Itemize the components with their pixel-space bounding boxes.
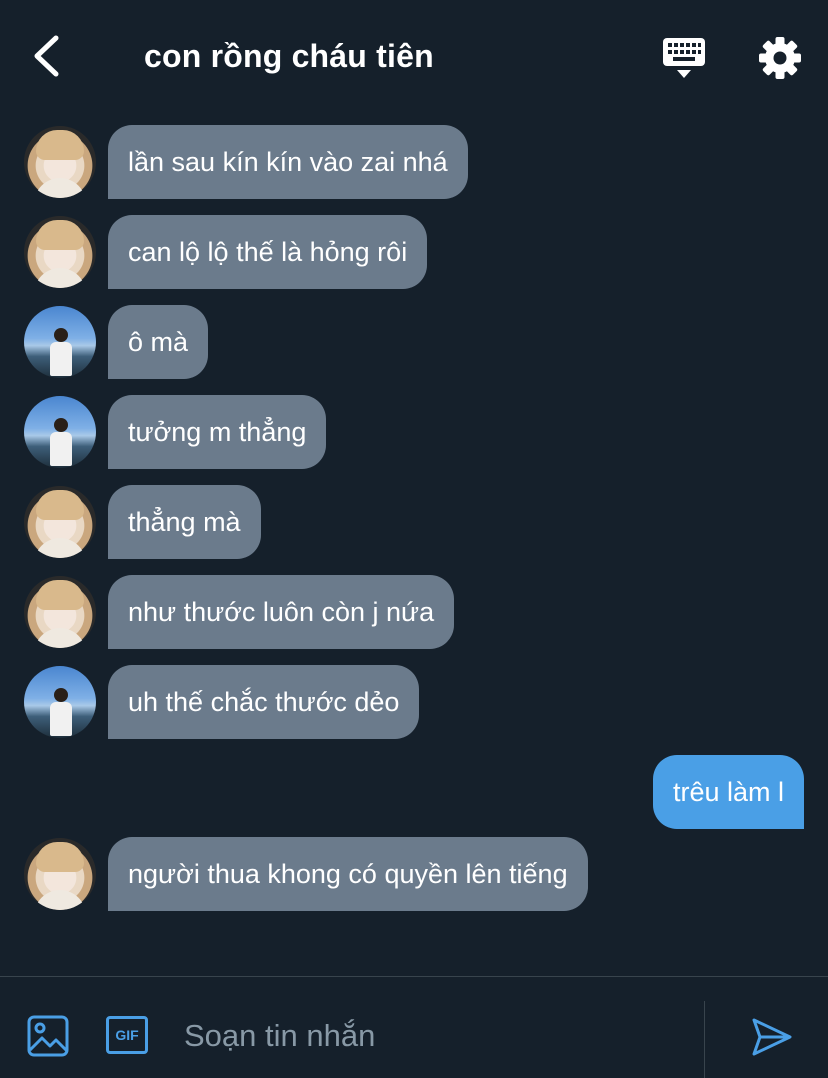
- message-row-outgoing: trêu làm l: [0, 755, 828, 829]
- message-row: người thua khong có quyền lên tiếng: [0, 837, 828, 911]
- message-bubble[interactable]: tưởng m thẳng: [108, 395, 327, 469]
- keyboard-icon: [663, 38, 705, 78]
- avatar[interactable]: [24, 838, 96, 910]
- message-bubble[interactable]: người thua khong có quyền lên tiếng: [108, 837, 588, 911]
- message-composer: GIF: [0, 976, 828, 1078]
- send-button[interactable]: [750, 1015, 794, 1059]
- send-icon: [752, 1018, 792, 1056]
- message-bubble[interactable]: ô mà: [108, 305, 209, 379]
- avatar[interactable]: [24, 666, 96, 738]
- message-row: như thước luôn còn j nứa: [0, 575, 828, 649]
- message-row: thẳng mà: [0, 485, 828, 559]
- avatar[interactable]: [24, 576, 96, 648]
- add-gif-button[interactable]: GIF: [106, 1016, 148, 1054]
- back-button[interactable]: [28, 34, 64, 78]
- avatar[interactable]: [24, 396, 96, 468]
- gif-label: GIF: [115, 1027, 139, 1043]
- conversation-title: con rồng cháu tiên: [144, 38, 434, 74]
- message-bubble[interactable]: thẳng mà: [108, 485, 261, 559]
- message-row: can lộ lộ thế là hỏng rôi: [0, 215, 828, 289]
- message-row: tưởng m thẳng: [0, 395, 828, 469]
- message-bubble-outgoing[interactable]: trêu làm l: [652, 755, 804, 829]
- add-image-button[interactable]: [26, 1014, 70, 1058]
- message-bubble[interactable]: như thước luôn còn j nứa: [108, 575, 455, 649]
- message-bubble[interactable]: can lộ lộ thế là hỏng rôi: [108, 215, 428, 289]
- message-row: uh thế chắc thước dẻo: [0, 665, 828, 739]
- chat-header: con rồng cháu tiên: [0, 0, 828, 112]
- message-row: ô mà: [0, 305, 828, 379]
- gear-icon: [759, 37, 801, 79]
- avatar[interactable]: [24, 306, 96, 378]
- avatar[interactable]: [24, 126, 96, 198]
- chevron-left-icon: [34, 35, 59, 77]
- message-bubble[interactable]: lần sau kín kín vào zai nhá: [108, 125, 468, 199]
- message-row: lần sau kín kín vào zai nhá: [0, 125, 828, 199]
- settings-button[interactable]: [756, 34, 804, 82]
- avatar[interactable]: [24, 486, 96, 558]
- avatar[interactable]: [24, 216, 96, 288]
- keyboard-shortcuts-button[interactable]: [660, 36, 708, 80]
- image-icon: [27, 1015, 69, 1057]
- message-bubble[interactable]: uh thế chắc thước dẻo: [108, 665, 420, 739]
- message-input[interactable]: [184, 1013, 684, 1059]
- composer-divider: [704, 1001, 705, 1078]
